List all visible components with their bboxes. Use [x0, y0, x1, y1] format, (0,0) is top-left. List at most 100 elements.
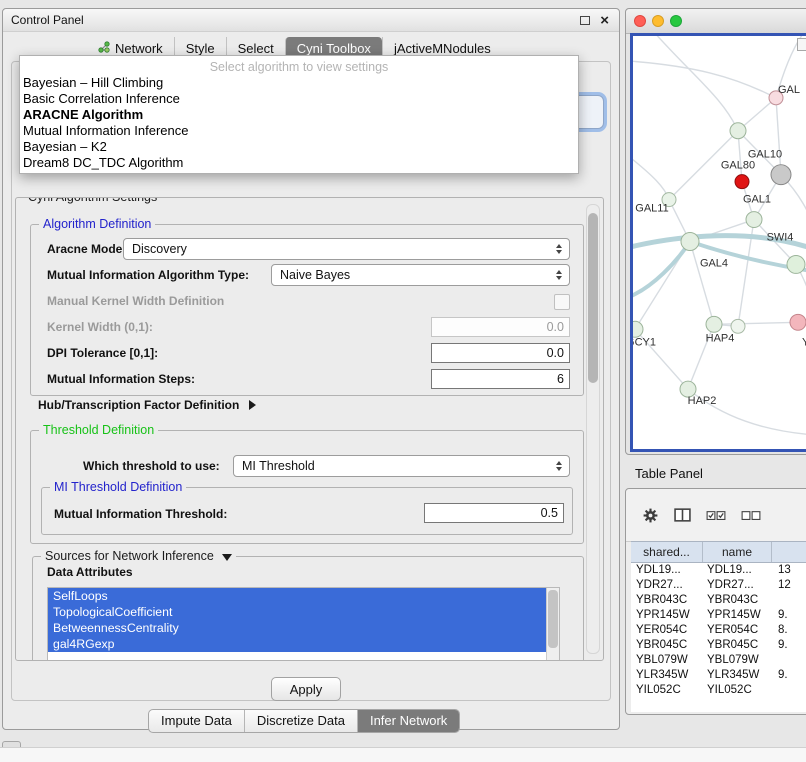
network-node[interactable] [731, 319, 745, 333]
unchecked-boxes-icon[interactable] [741, 508, 761, 522]
algorithm-option-bayesian-k2[interactable]: Bayesian – K2 [20, 139, 578, 155]
dpi-tolerance-field[interactable]: 0.0 [431, 343, 570, 363]
columns-icon[interactable] [674, 507, 691, 523]
aracne-mode-select[interactable]: Discovery [123, 238, 570, 260]
mi-steps-field[interactable]: 6 [431, 369, 570, 389]
mi-algorithm-type-value: Naive Bayes [272, 268, 551, 282]
table-cell: 9. [772, 638, 806, 653]
close-button[interactable] [634, 15, 646, 27]
table-row[interactable]: YIL052CYIL052C [631, 683, 806, 698]
float-window-icon[interactable] [580, 16, 590, 25]
zoom-button[interactable] [670, 15, 682, 27]
table-cell: YLR345W [631, 668, 703, 683]
apply-button[interactable]: Apply [271, 677, 341, 701]
table-cell: YER054C [703, 623, 772, 638]
screen: Control Panel × NetworkStyleSelectCyni T… [0, 0, 806, 762]
table-panel-window: shared...name YDL19...YDL19...13YDR27...… [625, 488, 806, 715]
sources-expander[interactable]: Sources for Network Inference [41, 549, 236, 563]
column-header-1[interactable]: shared... [631, 542, 703, 562]
table-cell [772, 653, 806, 668]
network-node[interactable] [706, 316, 722, 332]
data-attributes-list: SelfLoopsTopologicalCoefficientBetweenne… [47, 587, 560, 661]
table-toolbar [626, 489, 806, 542]
minimize-button[interactable] [652, 15, 664, 27]
table-row[interactable]: YLR345WYLR345W9. [631, 668, 806, 683]
checked-boxes-icon[interactable] [706, 508, 726, 522]
network-icon [98, 41, 110, 56]
table-cell: YIL052C [631, 683, 703, 698]
table-header: shared...name [631, 541, 806, 563]
column-header-2[interactable]: name [703, 542, 772, 562]
kernel-width-field[interactable]: 0.0 [431, 317, 570, 337]
manual-kernel-width-checkbox[interactable] [554, 294, 570, 310]
aracne-mode-label: Aracne Mode: [47, 238, 126, 260]
algorithm-option-mutual-information-inference[interactable]: Mutual Information Inference [20, 123, 578, 139]
node-label-gal: GAL [778, 84, 800, 96]
group-title-algorithm-definition: Algorithm Definition [39, 217, 155, 231]
network-edge [714, 322, 798, 324]
network-node[interactable] [735, 175, 749, 189]
network-edge [776, 98, 781, 175]
attribute-item-selfloops[interactable]: SelfLoops [48, 588, 547, 604]
hub-definition-expander[interactable]: Hub/Transcription Factor Definition [38, 398, 256, 412]
attribute-item-topologicalcoefficient[interactable]: TopologicalCoefficient [48, 604, 547, 620]
network-node[interactable] [746, 212, 762, 228]
network-node[interactable] [681, 233, 699, 251]
table-panel-title: Table Panel [635, 466, 703, 481]
algorithm-option-basic-correlation-inference[interactable]: Basic Correlation Inference [20, 91, 578, 107]
network-node[interactable] [787, 255, 805, 273]
table-row[interactable]: YER054CYER054C8. [631, 623, 806, 638]
attributes-scrollbar[interactable] [546, 588, 559, 661]
network-node[interactable] [790, 314, 806, 330]
column-header-3[interactable] [772, 542, 806, 562]
table-cell: YBR043C [703, 593, 772, 608]
network-window-titlebar [626, 9, 806, 34]
node-label-gal11: GAL11 [635, 203, 668, 215]
control-panel-window: Control Panel × NetworkStyleSelectCyni T… [2, 8, 620, 730]
view-scrollbar-button[interactable] [797, 38, 806, 51]
background-strip [0, 747, 806, 762]
settings-scrollbar[interactable] [586, 204, 600, 654]
which-threshold-select[interactable]: MI Threshold [233, 455, 570, 477]
scrollbar-thumb[interactable] [588, 213, 598, 383]
algorithm-option-aracne-algorithm[interactable]: ARACNE Algorithm [20, 107, 578, 123]
mi-threshold-field[interactable]: 0.5 [424, 503, 564, 523]
combo-arrows-icon [551, 461, 566, 471]
table-cell [772, 683, 806, 698]
table-row[interactable]: YPR145WYPR145W9. [631, 608, 806, 623]
tab-discretize-data[interactable]: Discretize Data [244, 710, 357, 732]
network-node[interactable] [771, 165, 791, 185]
kernel-width-label: Kernel Width (0,1): [47, 316, 153, 338]
table-cell: YDL19... [703, 563, 772, 578]
table-row[interactable]: YBR043CYBR043C [631, 593, 806, 608]
network-canvas[interactable]: GALGAL80GAL10GAL11GAL1SWI4GAL4GCY1HAP4HA… [630, 33, 806, 452]
dpi-tolerance-label: DPI Tolerance [0,1]: [47, 342, 158, 364]
network-node[interactable] [730, 123, 746, 139]
sources-group: Sources for Network Inference Data Attri… [32, 556, 584, 661]
table-cell: 12 [772, 578, 806, 593]
algorithm-option-dream8-dc-tdc-algorithm[interactable]: Dream8 DC_TDC Algorithm [20, 155, 578, 171]
gear-icon[interactable] [642, 507, 659, 524]
table-row[interactable]: YBR045CYBR045C9. [631, 638, 806, 653]
table-body: YDL19...YDL19...13YDR27...YDR27...12YBR0… [631, 563, 806, 712]
table-cell: YLR345W [703, 668, 772, 683]
attribute-item-betweennesscentrality[interactable]: BetweennessCentrality [48, 620, 547, 636]
network-node[interactable] [633, 321, 643, 337]
table-cell: 13 [772, 563, 806, 578]
algorithm-options-list: Bayesian – Hill ClimbingBasic Correlatio… [20, 75, 578, 171]
close-icon[interactable]: × [600, 13, 609, 28]
table-row[interactable]: YDR27...YDR27...12 [631, 578, 806, 593]
algorithm-placeholder-item[interactable]: Select algorithm to view settings [20, 59, 578, 75]
attribute-item-gal4rgexp[interactable]: gal4RGexp [48, 636, 547, 652]
mi-algorithm-type-select[interactable]: Naive Bayes [271, 264, 570, 286]
algorithm-dropdown-popup: Select algorithm to view settings Bayesi… [19, 55, 579, 174]
node-label-gal1: GAL1 [743, 194, 771, 206]
table-cell: YBR043C [631, 593, 703, 608]
table-row[interactable]: YDL19...YDL19...13 [631, 563, 806, 578]
algorithm-option-bayesian-hill-climbing[interactable]: Bayesian – Hill Climbing [20, 75, 578, 91]
table-row[interactable]: YBL079WYBL079W [631, 653, 806, 668]
tab-impute-data[interactable]: Impute Data [149, 710, 244, 732]
network-edge [633, 242, 690, 298]
tab-infer-network[interactable]: Infer Network [357, 710, 459, 732]
scrollbar-thumb[interactable] [548, 590, 558, 648]
